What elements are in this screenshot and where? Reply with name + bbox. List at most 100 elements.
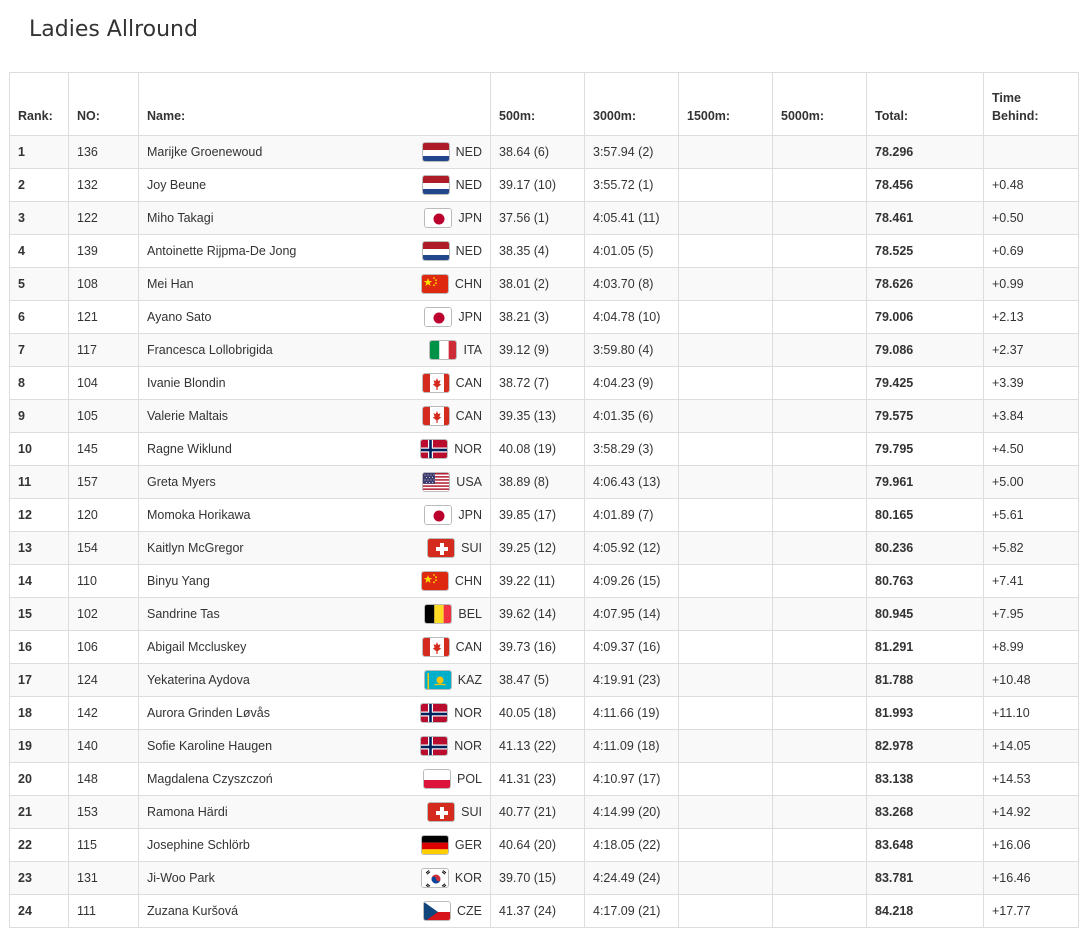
country: NOR	[420, 439, 482, 459]
country: NED	[421, 241, 482, 261]
time-500m-cell: 37.56 (1)	[490, 201, 585, 235]
time-5000m-cell	[772, 696, 867, 730]
results-table: Rank: NO: Name: 500m: 3000m: 1500m: 5000…	[9, 72, 1079, 928]
time-3000m-cell: 4:05.41 (11)	[584, 201, 679, 235]
athlete-name: Joy Beune	[147, 178, 207, 192]
flag-jpn-icon	[424, 307, 453, 327]
header-rank: Rank:	[9, 72, 69, 136]
rank-cell: 22	[9, 828, 69, 862]
name-cell: Mei Han CHN	[138, 267, 491, 301]
time-500m-cell: 40.05 (18)	[490, 696, 585, 730]
rank-cell: 3	[9, 201, 69, 235]
table-row: 2 132 Joy Beune NED 39.17 (10) 3:55.72 (1) 78.…	[9, 168, 1079, 202]
country: JPN	[424, 208, 482, 228]
country-code: KAZ	[457, 673, 482, 687]
time-1500m-cell	[678, 531, 773, 565]
number-cell: 157	[68, 465, 139, 499]
table-row: 3 122 Miho Takagi JPN 37.56 (1) 4:05.41 (11) 7…	[9, 201, 1079, 235]
country-code: NED	[455, 244, 482, 258]
country: NED	[421, 142, 482, 162]
time-5000m-cell	[772, 663, 867, 697]
time-3000m-cell: 4:09.37 (16)	[584, 630, 679, 664]
time-1500m-cell	[678, 795, 773, 829]
time-500m-cell: 40.64 (20)	[490, 828, 585, 862]
athlete-name: Sandrine Tas	[147, 607, 220, 621]
time-3000m-cell: 3:57.94 (2)	[584, 135, 679, 169]
time-5000m-cell	[772, 234, 867, 268]
country: NOR	[420, 736, 482, 756]
name-cell: Zuzana Kuršová CZE	[138, 894, 491, 928]
country-code: CZE	[457, 904, 482, 918]
header-no: NO:	[68, 72, 139, 136]
time-1500m-cell	[678, 267, 773, 301]
number-cell: 105	[68, 399, 139, 433]
flag-pol-icon	[422, 769, 451, 789]
header-total: Total:	[866, 72, 984, 136]
time-500m-cell: 39.17 (10)	[490, 168, 585, 202]
time-behind-cell: +0.69	[983, 234, 1079, 268]
country: USA	[422, 472, 482, 492]
time-5000m-cell	[772, 729, 867, 763]
rank-cell: 20	[9, 762, 69, 796]
time-1500m-cell	[678, 168, 773, 202]
name-cell: Binyu Yang CHN	[138, 564, 491, 598]
time-500m-cell: 38.64 (6)	[490, 135, 585, 169]
table-row: 5 108 Mei Han CHN 38.01 (2) 4:03.70 (8) 78.626…	[9, 267, 1079, 301]
table-row: 8 104 Ivanie Blondin CAN 38.72 (7) 4:04.23 (9…	[9, 366, 1079, 400]
time-1500m-cell	[678, 630, 773, 664]
time-1500m-cell	[678, 597, 773, 631]
total-cell: 83.648	[866, 828, 984, 862]
number-cell: 136	[68, 135, 139, 169]
name-cell: Antoinette Rijpma-De Jong NED	[138, 234, 491, 268]
total-cell: 80.763	[866, 564, 984, 598]
name-cell: Ayano Sato JPN	[138, 300, 491, 334]
flag-can-icon	[421, 373, 450, 393]
number-cell: 140	[68, 729, 139, 763]
number-cell: 154	[68, 531, 139, 565]
time-3000m-cell: 3:59.80 (4)	[584, 333, 679, 367]
time-behind-cell: +16.46	[983, 861, 1079, 895]
header-1500m: 1500m:	[678, 72, 773, 136]
total-cell: 79.575	[866, 399, 984, 433]
time-1500m-cell	[678, 696, 773, 730]
athlete-name: Josephine Schlörb	[147, 838, 250, 852]
country-code: KOR	[454, 871, 482, 885]
time-1500m-cell	[678, 729, 773, 763]
flag-ger-icon	[420, 835, 449, 855]
time-1500m-cell	[678, 201, 773, 235]
time-behind-cell: +11.10	[983, 696, 1079, 730]
country: NOR	[420, 703, 482, 723]
rank-cell: 11	[9, 465, 69, 499]
time-1500m-cell	[678, 861, 773, 895]
table-row: 13 154 Kaitlyn McGregor SUI 39.25 (12) 4:05.9…	[9, 531, 1079, 565]
rank-cell: 4	[9, 234, 69, 268]
time-behind-cell: +14.05	[983, 729, 1079, 763]
number-cell: 132	[68, 168, 139, 202]
time-500m-cell: 39.70 (15)	[490, 861, 585, 895]
country: ITA	[429, 340, 482, 360]
flag-jpn-icon	[424, 505, 453, 525]
time-5000m-cell	[772, 135, 867, 169]
athlete-name: Yekaterina Aydova	[147, 673, 250, 687]
number-cell: 111	[68, 894, 139, 928]
time-1500m-cell	[678, 432, 773, 466]
time-500m-cell: 41.31 (23)	[490, 762, 585, 796]
country-code: NED	[455, 178, 482, 192]
rank-cell: 14	[9, 564, 69, 598]
name-cell: Ji-Woo Park KOR	[138, 861, 491, 895]
table-row: 7 117 Francesca Lollobrigida ITA 39.12 (9) 3:…	[9, 333, 1079, 367]
number-cell: 115	[68, 828, 139, 862]
time-3000m-cell: 4:14.99 (20)	[584, 795, 679, 829]
table-row: 20 148 Magdalena Czyszczoń POL 41.31 (23) 4:1…	[9, 762, 1079, 796]
total-cell: 83.781	[866, 861, 984, 895]
time-3000m-cell: 4:04.23 (9)	[584, 366, 679, 400]
total-cell: 78.461	[866, 201, 984, 235]
country-code: CAN	[455, 640, 482, 654]
table-row: 4 139 Antoinette Rijpma-De Jong NED 38.35 (4…	[9, 234, 1079, 268]
athlete-name: Momoka Horikawa	[147, 508, 251, 522]
number-cell: 120	[68, 498, 139, 532]
rank-cell: 6	[9, 300, 69, 334]
time-5000m-cell	[772, 333, 867, 367]
table-row: 17 124 Yekaterina Aydova KAZ 38.47 (5) 4:19.9…	[9, 663, 1079, 697]
time-3000m-cell: 4:07.95 (14)	[584, 597, 679, 631]
